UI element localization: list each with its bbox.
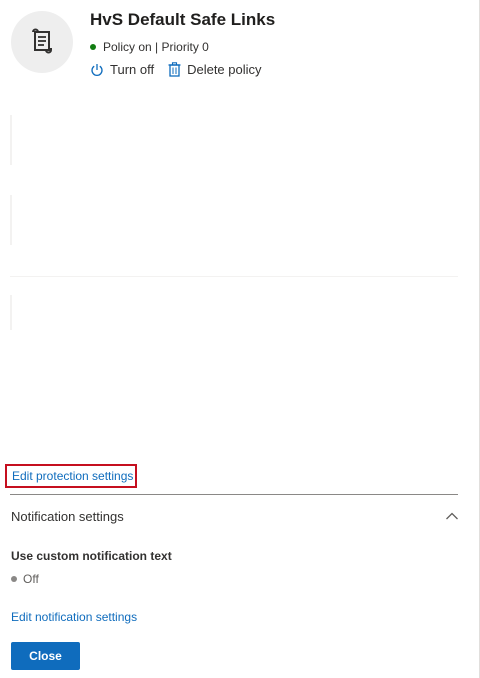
delete-policy-button[interactable]: Delete policy (168, 62, 262, 77)
faint-divider (10, 115, 12, 165)
notification-settings-header[interactable]: Notification settings (11, 507, 459, 525)
policy-status-text: Policy on | Priority 0 (103, 40, 209, 54)
chevron-up-icon[interactable] (445, 511, 459, 521)
custom-notification-value: Off (23, 572, 39, 586)
custom-notification-status: Off (11, 572, 39, 586)
close-button[interactable]: Close (11, 642, 80, 670)
status-on-dot (90, 44, 96, 50)
policy-status: Policy on | Priority 0 (90, 40, 209, 54)
notification-settings-title: Notification settings (11, 508, 124, 524)
turn-off-label: Turn off (110, 62, 155, 77)
scroll-icon (32, 28, 52, 54)
delete-policy-label: Delete policy (187, 62, 262, 77)
power-icon (91, 63, 103, 76)
custom-notification-label: Use custom notification text (11, 549, 172, 563)
policy-title: HvS Default Safe Links (90, 10, 276, 29)
turn-off-button[interactable]: Turn off (90, 62, 154, 77)
edit-protection-settings-link[interactable]: Edit protection settings (12, 469, 133, 483)
policy-actions: Turn off Delete policy (90, 62, 262, 77)
section-divider (10, 494, 458, 495)
policy-details-panel: HvS Default Safe Links Policy on | Prior… (0, 0, 480, 678)
faint-divider (10, 295, 12, 330)
edit-protection-highlight: Edit protection settings (5, 464, 137, 488)
status-off-dot (11, 576, 17, 582)
trash-icon (168, 62, 181, 77)
edit-notification-settings-link[interactable]: Edit notification settings (11, 610, 137, 624)
faint-divider (10, 276, 458, 277)
policy-avatar (11, 11, 73, 73)
faint-divider (10, 195, 12, 245)
